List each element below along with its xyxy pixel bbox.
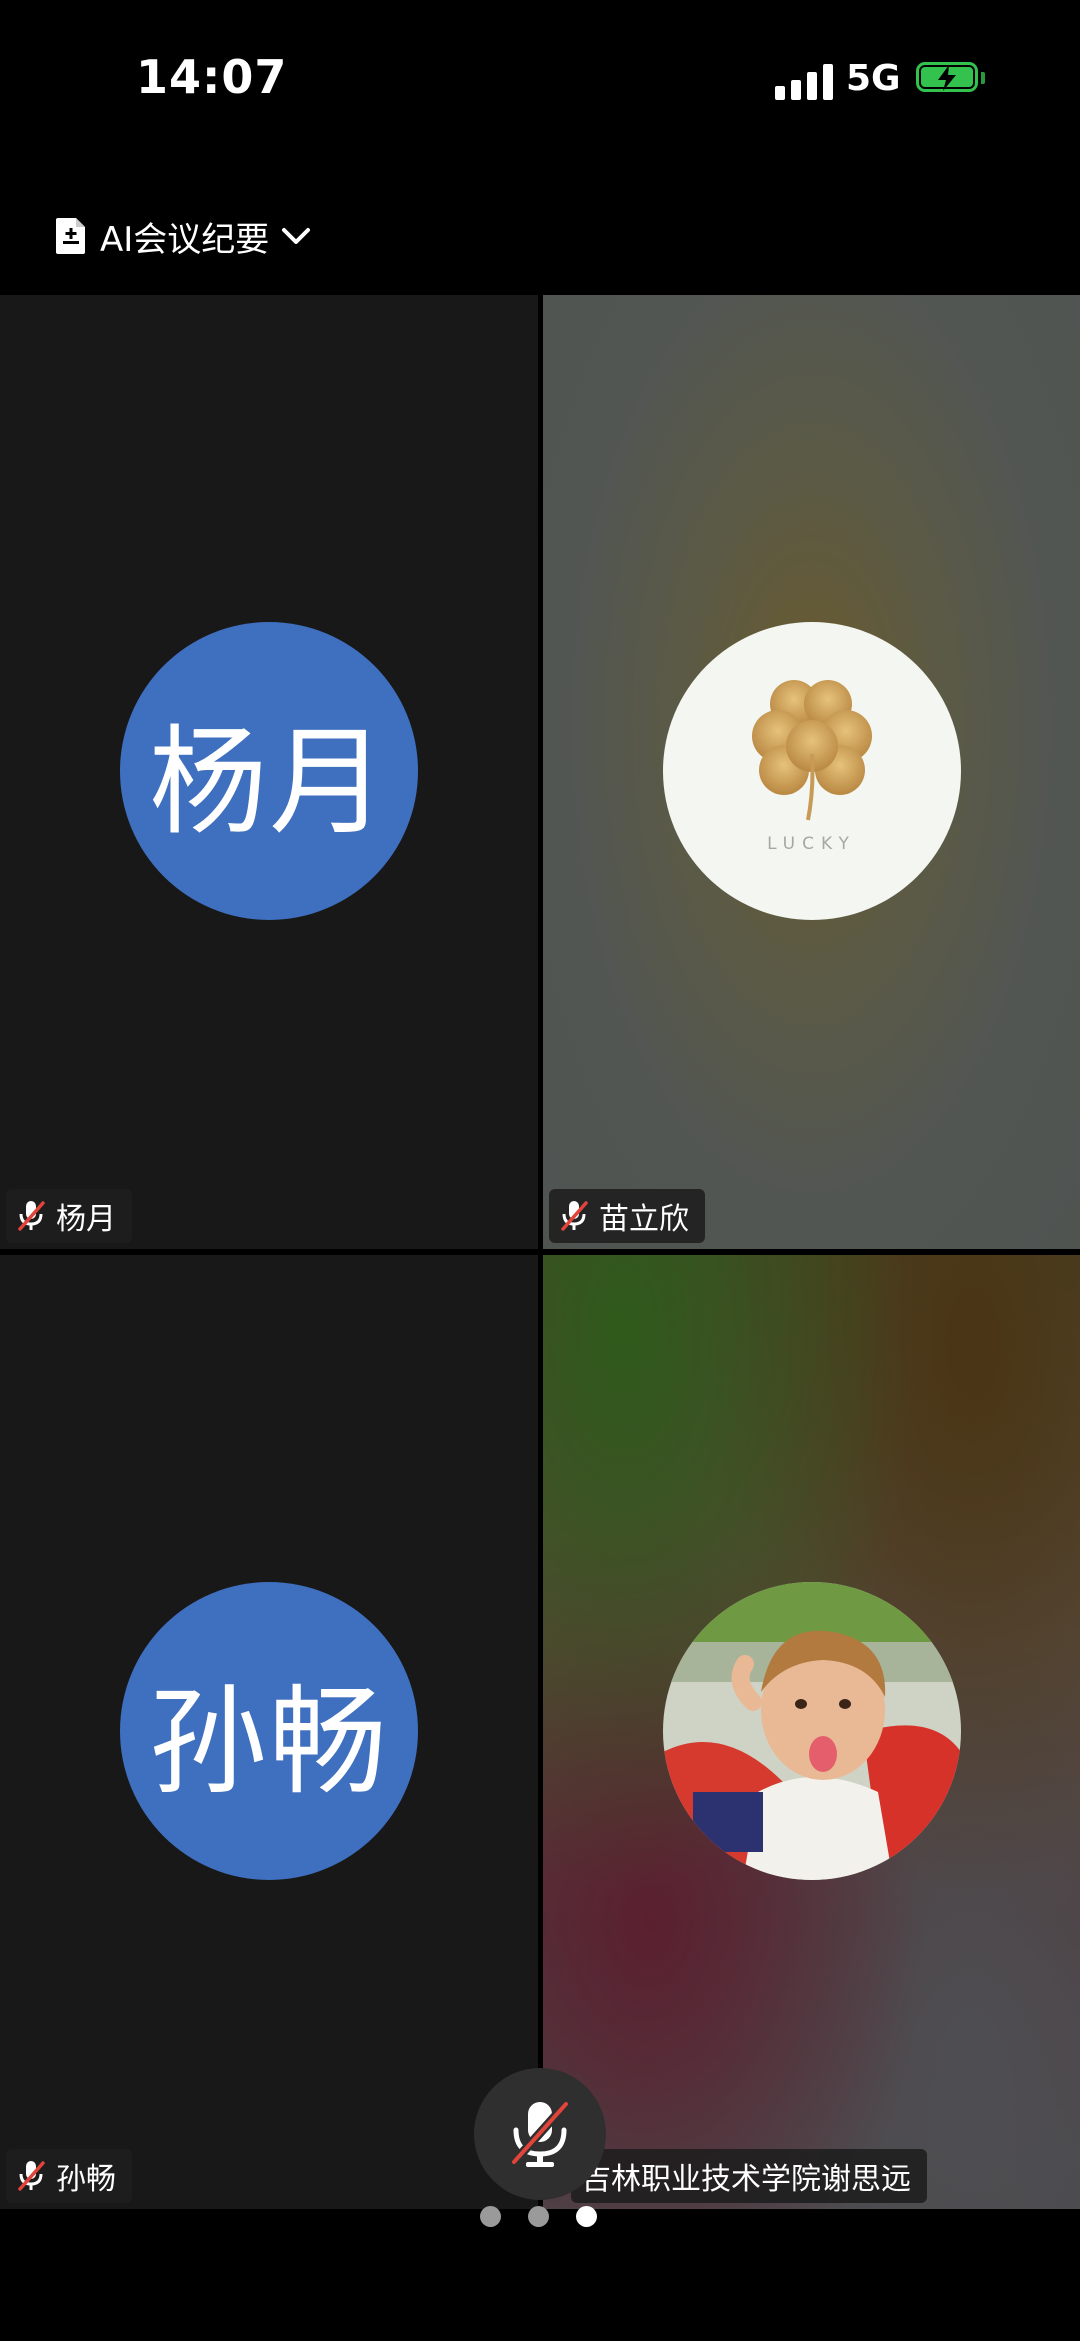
- mic-muted-icon: [561, 1201, 588, 1231]
- page-dot[interactable]: [528, 2206, 549, 2227]
- participant-name-tag: 吉林职业技术学院谢思远: [571, 2149, 927, 2203]
- participant-name-tag: 杨月: [6, 1189, 132, 1243]
- avatar-caption: LUCKY: [767, 834, 856, 854]
- avatar: LUCKY: [662, 622, 961, 920]
- network-type: 5G: [846, 58, 901, 99]
- ai-summary-label: AI会议纪要: [100, 219, 270, 260]
- battery-charging-icon: [916, 62, 986, 96]
- ai-summary-dropdown[interactable]: AI会议纪要: [54, 208, 311, 264]
- participant-tile[interactable]: 吉林职业技术学院谢思远: [543, 1255, 1080, 2209]
- participant-name: 苗立欣: [599, 1202, 689, 1237]
- status-time: 14:07: [136, 50, 288, 104]
- avatar: 杨月: [120, 622, 418, 920]
- clover-icon: [751, 680, 872, 821]
- participant-name-tag: 苗立欣: [549, 1189, 705, 1243]
- participant-tile[interactable]: LUCKY 苗立欣: [543, 295, 1080, 1249]
- mic-muted-icon: [18, 1201, 45, 1231]
- participant-name: 吉林职业技术学院谢思远: [581, 2162, 911, 2197]
- mute-toggle-button[interactable]: [474, 2068, 606, 2200]
- page-dot[interactable]: [480, 2206, 501, 2227]
- avatar-text: 杨月: [148, 712, 389, 851]
- chevron-down-icon: [282, 228, 311, 244]
- status-bar: 14:07 5G: [0, 0, 1080, 160]
- avatar-text: 孙畅: [148, 1672, 389, 1811]
- avatar-photo: [662, 1582, 961, 1880]
- child-photo-image: [662, 1582, 961, 1880]
- participant-name: 孙畅: [56, 2162, 116, 2197]
- mic-muted-icon: [509, 2099, 571, 2167]
- document-icon: [56, 218, 85, 254]
- page-dot-active[interactable]: [576, 2206, 597, 2227]
- mic-muted-icon: [18, 2161, 45, 2191]
- avatar: 孙畅: [120, 1582, 418, 1880]
- participant-tile[interactable]: 杨月 杨月: [0, 295, 538, 1249]
- signal-icon: [775, 60, 833, 100]
- participant-tile[interactable]: 孙畅 孙畅: [0, 1255, 538, 2209]
- page-indicator[interactable]: [480, 2206, 597, 2228]
- participant-name-tag: 孙畅: [6, 2149, 132, 2203]
- participant-name: 杨月: [56, 1202, 116, 1237]
